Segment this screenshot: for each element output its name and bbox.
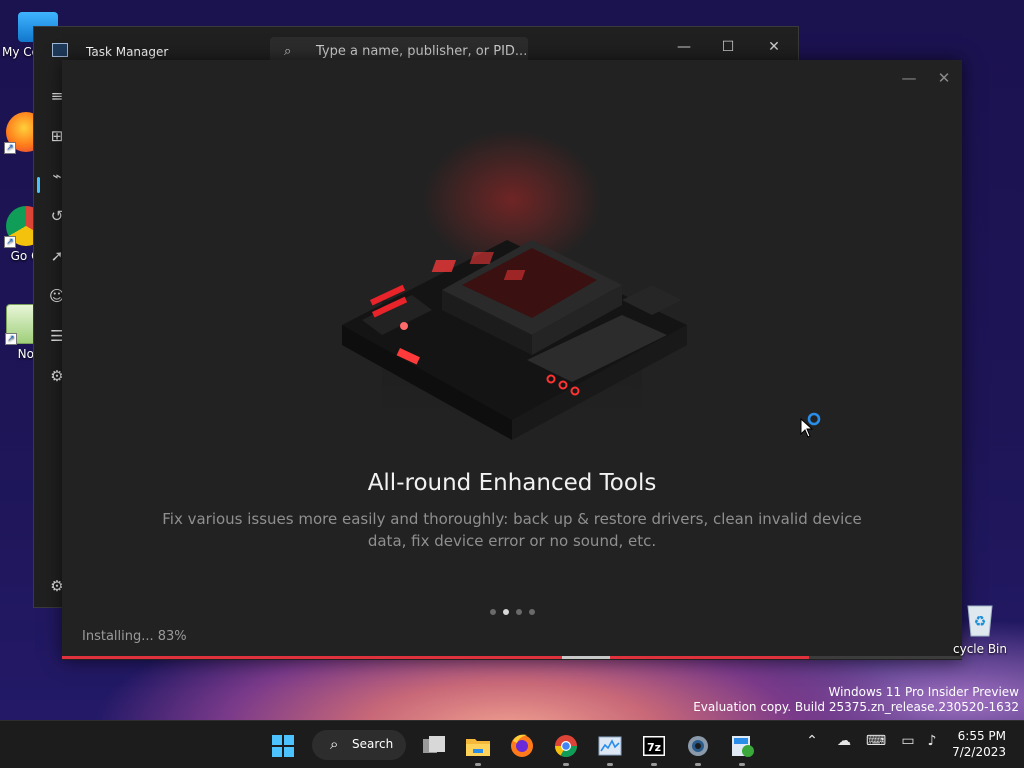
svg-text:♻: ♻: [974, 614, 987, 630]
chevron-up-icon[interactable]: ⌃: [801, 733, 823, 749]
hero-illustration: [342, 130, 687, 450]
carousel-dot[interactable]: [515, 609, 522, 615]
clock[interactable]: 6:55 PM 7/2/2023: [952, 728, 1006, 760]
settings-icon: [688, 736, 708, 756]
taskbar-search[interactable]: ⌕ Search: [312, 730, 406, 760]
loading-ring-icon: [807, 412, 821, 426]
desktop-icon-label: cycle Bin: [953, 642, 1007, 656]
7zip-taskbar-button[interactable]: 7z: [637, 729, 671, 766]
file-explorer-icon: [466, 739, 490, 756]
taskbar: ⌕ Search 7z ⌃ ☁ ⌨ ▭ ♪ 6:55 PM 7/2/2023: [0, 720, 1024, 768]
running-indicator: [739, 763, 745, 766]
clock-time: 6:55 PM: [957, 729, 1006, 743]
search-placeholder[interactable]: Type a name, publisher, or PID...: [316, 44, 527, 59]
start-icon: [272, 735, 294, 757]
start-button[interactable]: [266, 729, 300, 763]
running-indicator: [607, 763, 613, 766]
network-icon[interactable]: ▭: [897, 733, 919, 749]
task-manager-icon: [598, 736, 622, 756]
settings-taskbar-button[interactable]: [681, 729, 715, 766]
firefox-icon: [511, 734, 533, 757]
install-status: Installing... 83%: [82, 629, 187, 644]
minimize-button[interactable]: —: [894, 66, 924, 90]
running-indicator: [695, 763, 701, 766]
chrome-icon: [555, 735, 577, 757]
cloud-offline-icon[interactable]: ☁: [833, 733, 855, 749]
chrome-taskbar-button[interactable]: [549, 729, 583, 766]
desktop-icon-recycle-bin[interactable]: ♻ cycle Bin: [950, 598, 1010, 656]
shortcut-arrow-icon: ↗: [5, 333, 17, 345]
task-view-icon: [423, 736, 445, 753]
close-button[interactable]: ✕: [752, 33, 796, 61]
installer-icon: [732, 736, 754, 757]
keyboard-icon[interactable]: ⌨: [865, 733, 887, 749]
task-view-button[interactable]: [417, 729, 451, 763]
watermark-line1: Windows 11 Pro Insider Preview: [828, 685, 1019, 699]
carousel-dot-active[interactable]: [502, 609, 509, 615]
slide-description: Fix various issues more easily and thoro…: [162, 510, 862, 550]
running-indicator: [475, 763, 481, 766]
search-icon: ⌕: [284, 44, 292, 59]
carousel-dot[interactable]: [528, 609, 535, 615]
watermark-line2: Evaluation copy. Build 25375.zn_release.…: [693, 700, 1019, 714]
task-manager-taskbar-button[interactable]: [593, 729, 627, 766]
volume-icon[interactable]: ♪: [921, 733, 943, 749]
carousel-dot[interactable]: [489, 609, 496, 615]
maximize-button[interactable]: ☐: [706, 33, 750, 61]
running-indicator: [651, 763, 657, 766]
svg-text:7z: 7z: [647, 741, 661, 754]
progress-fill: [62, 656, 809, 659]
window-title: Task Manager: [86, 45, 169, 59]
running-indicator: [563, 763, 569, 766]
search-icon: ⌕: [330, 735, 339, 753]
installer-taskbar-button[interactable]: [725, 729, 759, 766]
installer-window[interactable]: — ✕ All-round Enhanced Tools Fix various…: [62, 60, 962, 660]
active-indicator: [37, 177, 40, 193]
shortcut-arrow-icon: ↗: [4, 236, 16, 248]
carousel-dots: [62, 600, 962, 619]
progress-bar: [62, 656, 962, 659]
taskbar-search-label: Search: [352, 737, 394, 751]
file-explorer-button[interactable]: [461, 729, 495, 766]
minimize-button[interactable]: —: [662, 33, 706, 61]
windows-watermark: Windows 11 Pro Insider Preview Evaluatio…: [693, 685, 1019, 715]
firefox-taskbar-button[interactable]: [505, 729, 539, 763]
close-button[interactable]: ✕: [929, 66, 959, 90]
7zip-icon: 7z: [643, 736, 665, 756]
task-manager-app-icon: [52, 43, 68, 57]
recycle-bin-icon: ♻: [967, 605, 993, 637]
slide-title: All-round Enhanced Tools: [367, 470, 657, 496]
clock-date: 7/2/2023: [952, 745, 1006, 759]
shortcut-arrow-icon: ↗: [4, 142, 16, 154]
progress-glint: [562, 656, 610, 659]
